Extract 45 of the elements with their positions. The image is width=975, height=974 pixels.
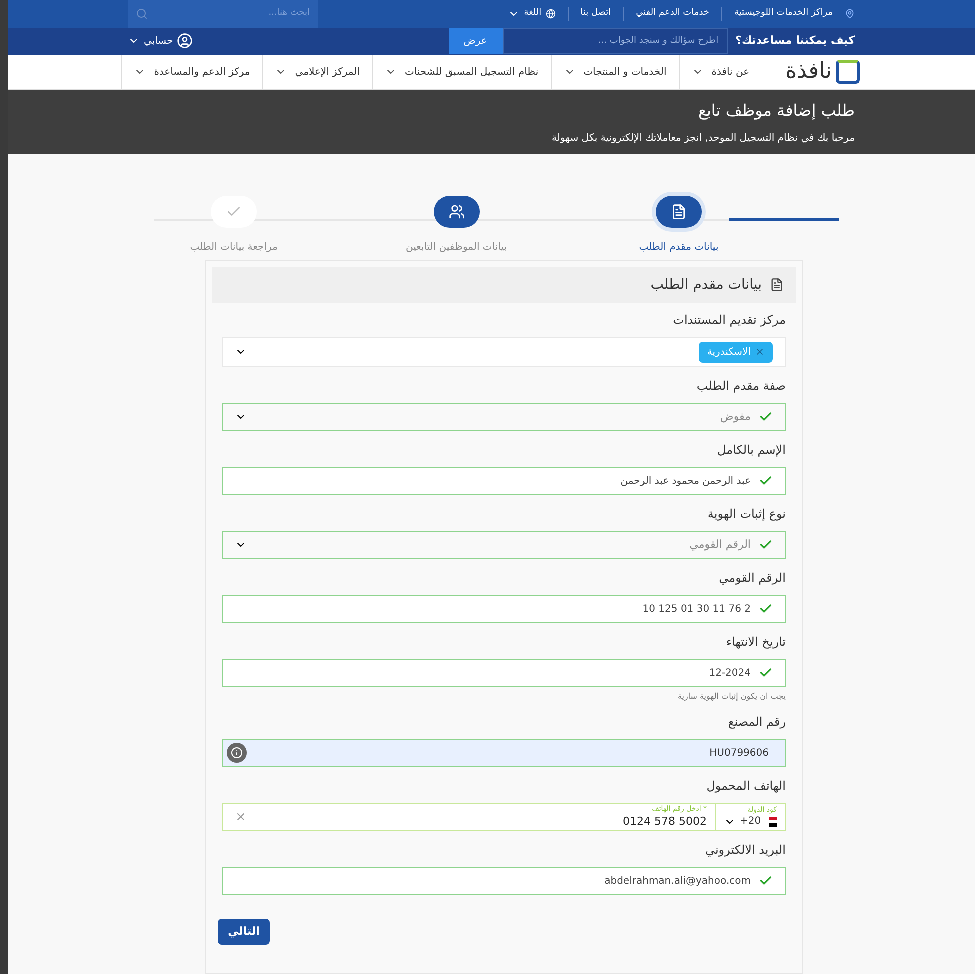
form-icon — [671, 204, 687, 220]
nav-item[interactable]: عن نافذة — [678, 54, 762, 90]
top-link[interactable]: خدمات الدعم الفني — [623, 7, 710, 21]
people-icon — [448, 204, 464, 220]
globe-icon — [546, 9, 556, 19]
page-subtitle: مرحبا بك في نظام التسجيل الموحد, انجز معاملاتك الإلكترونية بكل سهولة — [551, 132, 855, 146]
nav-item[interactable]: المركز الإعلامي — [262, 54, 372, 90]
field-label: مركز تقديم المستندات — [672, 312, 786, 330]
input-field[interactable]: abdelrahman.ali@yahoo.com — [222, 867, 786, 896]
field-label: تاريخ الانتهاء — [725, 634, 786, 652]
selected-tag: الاسكندرية — [699, 342, 773, 363]
language-menu[interactable]: اللغة — [508, 7, 556, 21]
help-question: كيف يمكننا مساعدتك؟ — [736, 33, 855, 50]
input-field[interactable]: عبد الرحمن محمود عبد الرحمن — [222, 467, 786, 496]
input-field[interactable]: 2 76 11 30 01 125 10 — [222, 595, 786, 624]
account-menu[interactable]: حسابي — [128, 33, 194, 50]
page-title: طلب إضافة موظف تابع — [697, 100, 855, 122]
form-icon — [770, 278, 784, 292]
user-icon — [177, 33, 194, 50]
section-title: بيانات مقدم الطلب — [650, 276, 762, 295]
field-label: رقم المصنع — [727, 714, 786, 732]
info-icon[interactable] — [227, 743, 247, 764]
input-field[interactable]: HU0799606 — [222, 739, 786, 768]
search-icon[interactable] — [136, 8, 148, 20]
field-label: الرقم القومي — [718, 570, 786, 588]
remove-icon[interactable] — [755, 347, 765, 358]
nav-item[interactable]: الخدمات و المنتجات — [550, 54, 679, 90]
field-hint: يجب ان يكون إثبات الهوية سارية — [676, 691, 786, 704]
field-label: الإسم بالكامل — [716, 442, 786, 460]
top-link[interactable]: مراكز الخدمات اللوجيستية — [721, 7, 833, 21]
logo-mark-icon — [836, 60, 860, 84]
location-icon — [845, 9, 855, 19]
top-link[interactable]: اتصل بنا — [568, 7, 612, 21]
question-field[interactable]: اطرح سؤالك و سنجد الجواب ... — [502, 28, 728, 54]
step-label[interactable]: بيانات مقدم الطلب — [639, 240, 719, 256]
logo: نافذة — [786, 60, 860, 84]
next-button[interactable]: التالي — [218, 919, 270, 946]
field-label: البريد الالكتروني — [704, 842, 786, 860]
field-label: صفة مقدم الطلب — [696, 378, 786, 396]
nav-item[interactable]: مركز الدعم والمساعدة — [121, 54, 262, 90]
show-button[interactable]: عرض — [448, 28, 503, 54]
input-field[interactable]: 12-2024 — [222, 659, 786, 688]
field-label: الهاتف المحمول — [706, 778, 786, 796]
field-label: نوع إثبات الهوية — [706, 506, 786, 524]
nav-item[interactable]: نظام التسجيل المسبق للشحنات — [372, 54, 551, 90]
